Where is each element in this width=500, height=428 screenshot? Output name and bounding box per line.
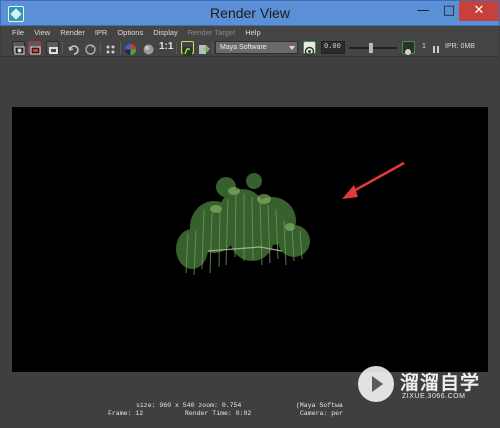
ratio-button[interactable]: 1:1 (159, 41, 173, 52)
menu-render-target: Render Target (187, 28, 236, 37)
renderer-dropdown[interactable]: Maya Software (215, 41, 298, 54)
annotation-arrow (342, 161, 405, 199)
remove-image-icon[interactable] (197, 41, 210, 54)
renderer-dropdown-value: Maya Software (220, 44, 267, 51)
close-button[interactable]: ✕ (459, 1, 499, 21)
menu-ipr[interactable]: IPR (95, 28, 108, 37)
chevron-down-icon (289, 46, 295, 50)
renderer-info: (Maya Softwa (296, 402, 343, 409)
toolbar-separator (212, 42, 213, 54)
frame-info: Frame: 12 (108, 410, 144, 417)
ipr-icon[interactable] (28, 41, 41, 55)
refresh-icon[interactable] (67, 41, 80, 55)
region-render-icon[interactable] (104, 41, 117, 54)
toolbar-separator (120, 42, 121, 54)
camera-info: Camera: per (300, 410, 343, 417)
menu-bar: File View Render IPR Options Display Ren… (1, 26, 499, 39)
exposure-slider[interactable] (349, 47, 397, 49)
play-logo-icon (358, 366, 394, 402)
ipr-memory-status: IPR: 0MB (445, 43, 475, 50)
rendered-tree-image (176, 173, 310, 276)
exposure-slider-handle[interactable] (369, 43, 373, 53)
render-toolbar: 1:1 Maya Software 0.00 1 IPR: 0MB (1, 39, 499, 57)
menu-help[interactable]: Help (245, 28, 260, 37)
watermark-url: ZIXUE.3066.COM (402, 393, 466, 400)
exposure-icon[interactable] (303, 41, 316, 57)
exposure-field[interactable]: 0.00 (321, 41, 345, 54)
minimize-button[interactable]: — (409, 1, 437, 21)
menu-file[interactable]: File (12, 28, 24, 37)
menu-render[interactable]: Render (60, 28, 85, 37)
sphere-icon[interactable] (142, 41, 155, 55)
color-wheel-icon[interactable] (124, 41, 137, 55)
toolbar-separator (62, 42, 63, 54)
render-icon[interactable] (12, 41, 25, 55)
toolbar-separator (100, 42, 101, 54)
toolbar-separator (176, 42, 177, 54)
snapshot-icon[interactable] (46, 41, 59, 54)
refresh-region-icon[interactable] (84, 41, 97, 55)
keep-image-icon[interactable] (181, 41, 194, 56)
menu-options[interactable]: Options (117, 28, 143, 37)
menu-view[interactable]: View (34, 28, 50, 37)
render-canvas[interactable] (12, 107, 488, 372)
render-time-info: Render Time: 0:02 (185, 410, 252, 417)
window-titlebar[interactable]: Render View — □ ✕ (0, 0, 500, 26)
gamma-icon[interactable] (402, 41, 415, 55)
site-watermark: 溜溜自学 ZIXUE.3066.COM (350, 362, 479, 416)
watermark-title: 溜溜自学 (400, 372, 481, 394)
pause-icon[interactable] (431, 41, 441, 54)
menu-display[interactable]: Display (153, 28, 178, 37)
image-size-info: size: 960 x 540 zoom: 0.754 (136, 402, 242, 409)
layer-count: 1 (422, 43, 426, 50)
